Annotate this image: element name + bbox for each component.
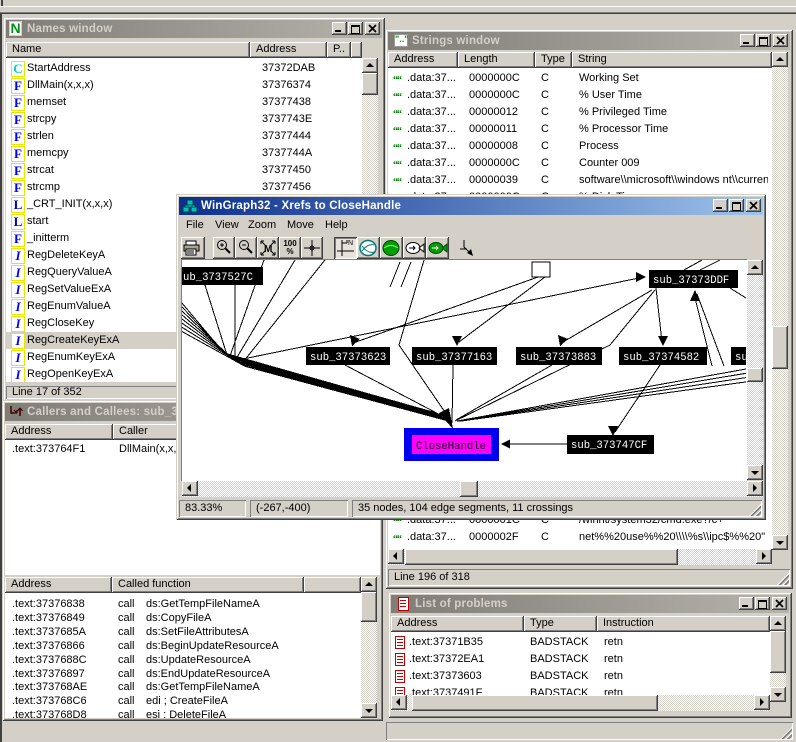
svg-text:sub_37373DDF: sub_37373DDF	[653, 275, 729, 287]
svg-text:sub_37373623: sub_37373623	[310, 352, 386, 364]
svg-text:sub_37373883: sub_37373883	[520, 352, 596, 364]
svg-text:N: N	[348, 240, 353, 247]
svg-text:M: M	[264, 244, 272, 255]
svg-text:sub_373747CF: sub_373747CF	[571, 440, 647, 452]
svg-text:ub_3737527C: ub_3737527C	[183, 272, 253, 284]
svg-text:CloseHandle: CloseHandle	[416, 441, 486, 453]
svg-text:sub_: sub_	[735, 352, 746, 364]
svg-text:sub_37377163: sub_37377163	[416, 352, 492, 364]
svg-text:sub_37374582: sub_37374582	[623, 352, 699, 364]
